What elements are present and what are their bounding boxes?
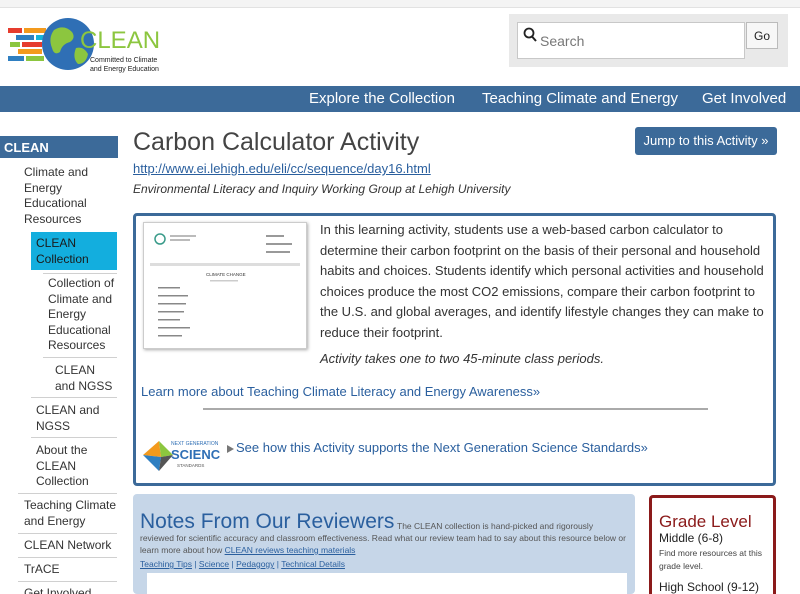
review-process-link[interactable]: CLEAN reviews teaching materials (225, 545, 356, 555)
reviewer-notes-tabs: Teaching Tips | Science | Pedagogy | Tec… (140, 559, 345, 569)
sidebar-divider (18, 581, 117, 582)
nav-get-involved[interactable]: Get Involved (702, 90, 786, 107)
svg-text:and Energy Education: and Energy Education (90, 66, 159, 73)
grade-note: Find more resources at this grade level. (659, 548, 762, 571)
activity-thumbnail[interactable]: CLIMATE CHANGE (143, 222, 307, 349)
grade-middle[interactable]: Middle (6-8) (659, 531, 723, 545)
reviewer-notes-title: Notes From Our Reviewers (140, 510, 395, 533)
sidebar-heading[interactable]: CLEAN (0, 136, 118, 158)
sidebar-divider (31, 397, 117, 398)
sidebar-divider (43, 273, 117, 274)
sidebar-divider (18, 493, 117, 494)
svg-text:Committed to Climate: Committed to Climate (90, 57, 157, 64)
triangle-right-icon (227, 445, 234, 453)
sidebar-item-clean-ngss-sub[interactable]: CLEAN and NGSS (55, 363, 117, 394)
svg-text:SCIENCE: SCIENCE (171, 447, 221, 462)
sidebar-divider (43, 357, 117, 358)
sidebar-item-trace[interactable]: TrACE (24, 562, 118, 578)
top-strip (0, 0, 800, 8)
svg-text:CLIMATE CHANGE: CLIMATE CHANGE (206, 272, 246, 277)
tab-teaching-tips[interactable]: Teaching Tips (140, 559, 192, 569)
clean-logo[interactable]: CLEAN Committed to Climate and Energy Ed… (6, 14, 166, 78)
sidebar-item-clean-ngss[interactable]: CLEAN and NGSS (36, 403, 112, 434)
search-icon (523, 27, 537, 42)
sidebar-item-clean-network[interactable]: CLEAN Network (24, 538, 118, 554)
tab-technical-details[interactable]: Technical Details (281, 559, 345, 569)
nav-teaching-climate-energy[interactable]: Teaching Climate and Energy (482, 90, 678, 107)
activity-description: In this learning activity, students use … (320, 222, 764, 340)
sidebar-item-about-collection[interactable]: About the CLEAN Collection (36, 443, 112, 490)
nav-explore-collection[interactable]: Explore the Collection (309, 90, 455, 107)
section-divider (203, 408, 708, 410)
sidebar-item-clean-collection[interactable]: CLEAN Collection (36, 236, 112, 267)
sidebar-item-resources[interactable]: Climate and Energy Educational Resources (24, 165, 116, 227)
main-nav: Explore the Collection Teaching Climate … (0, 86, 800, 112)
sidebar-item-get-involved[interactable]: Get Involved (24, 586, 118, 594)
sidebar-divider (18, 557, 117, 558)
activity-duration: Activity takes one to two 45-minute clas… (320, 351, 604, 366)
activity-organization: Environmental Literacy and Inquiry Worki… (133, 182, 511, 196)
tab-science[interactable]: Science (199, 559, 229, 569)
learn-more-link[interactable]: Learn more about Teaching Climate Litera… (141, 384, 540, 399)
jump-to-activity-button[interactable]: Jump to this Activity » (635, 127, 777, 155)
sidebar-item-teaching[interactable]: Teaching Climate and Energy (24, 498, 118, 529)
search-go-button[interactable]: Go (746, 22, 778, 49)
svg-text:CLEAN: CLEAN (80, 27, 160, 54)
sidebar-divider (31, 437, 117, 438)
thumbnail-graphic: CLIMATE CHANGE (150, 233, 300, 337)
page-title: Carbon Calculator Activity (133, 128, 420, 156)
grade-high-school[interactable]: High School (9-12) (659, 580, 759, 594)
search-input[interactable] (517, 22, 745, 59)
sidebar-item-collection-resources[interactable]: Collection of Climate and Energy Educati… (48, 276, 118, 354)
sidebar-divider (18, 533, 117, 534)
activity-url-link[interactable]: http://www.ei.lehigh.edu/eli/cc/sequence… (133, 161, 431, 176)
ngss-logo[interactable]: NEXT GENERATION SCIENCE STANDARDS (141, 437, 221, 473)
svg-text:STANDARDS: STANDARDS (177, 463, 204, 468)
reviewer-notes-content (147, 573, 627, 594)
grade-level-title: Grade Level (659, 512, 752, 531)
ngss-support-link[interactable]: See how this Activity supports the Next … (236, 440, 648, 455)
tab-pedagogy[interactable]: Pedagogy (236, 559, 274, 569)
